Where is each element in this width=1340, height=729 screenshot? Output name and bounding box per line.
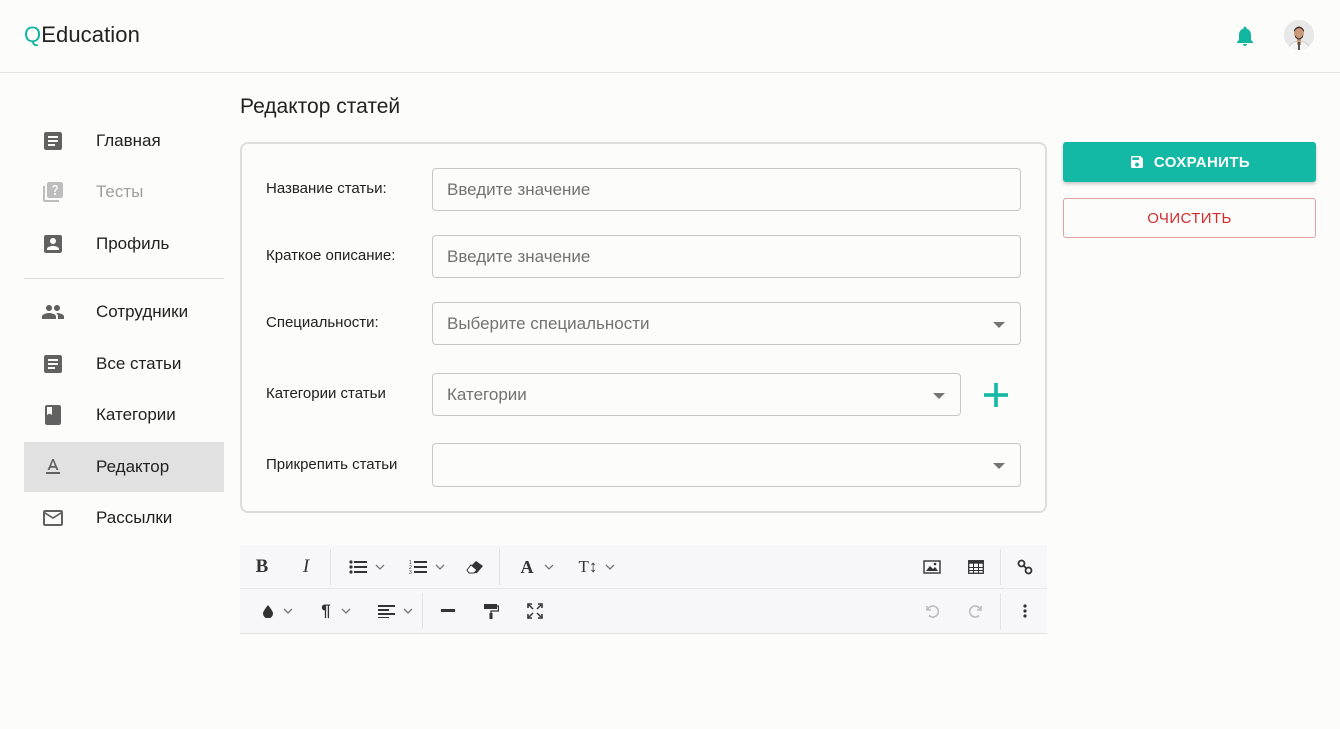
- sidebar-divider: [24, 278, 224, 279]
- app-logo[interactable]: QEducation: [24, 22, 140, 48]
- svg-text:3: 3: [409, 570, 412, 575]
- article-title-input[interactable]: Введите значение: [432, 168, 1021, 211]
- sidebar-item-all-articles[interactable]: Все статьи: [24, 339, 224, 389]
- toolbar-separator: [330, 549, 331, 585]
- add-category-plus-icon[interactable]: [980, 379, 1012, 411]
- text-format-icon: [41, 455, 65, 479]
- toolbar-separator: [422, 593, 423, 629]
- article-icon: [41, 352, 65, 376]
- save-icon: [1130, 156, 1143, 168]
- paragraph-icon[interactable]: ¶: [313, 600, 359, 622]
- bold-icon[interactable]: B: [252, 556, 272, 578]
- attach-articles-label: Прикрепить статьи: [266, 456, 398, 473]
- chevron-down-icon: [341, 608, 351, 614]
- sidebar-item-editor[interactable]: Редактор: [24, 442, 224, 492]
- sidebar-item-profile[interactable]: Профиль: [24, 219, 224, 269]
- bulleted-list-icon[interactable]: [344, 556, 390, 578]
- color-drop-icon[interactable]: [254, 600, 300, 622]
- toolbar-separator: [1000, 593, 1001, 629]
- specialties-label: Специальности:: [266, 314, 379, 331]
- sidebar-item-label: Сотрудники: [96, 302, 189, 321]
- sidebar-item-label: Профиль: [96, 234, 170, 253]
- clear-button-label: ОЧИСТИТЬ: [1147, 209, 1232, 227]
- italic-icon[interactable]: I: [296, 556, 316, 578]
- mail-icon: [41, 506, 65, 530]
- notifications-bell-icon[interactable]: [1233, 24, 1257, 48]
- categories-select[interactable]: Категории: [432, 373, 961, 416]
- undo-icon[interactable]: [921, 600, 943, 622]
- app-header: QEducation: [0, 0, 1340, 73]
- quiz-icon: [41, 180, 65, 204]
- short-description-label: Краткое описание:: [266, 247, 396, 264]
- fullscreen-icon[interactable]: [524, 600, 546, 622]
- categories-label: Категории статьи: [266, 385, 386, 402]
- save-button-label: СОХРАНИТЬ: [1153, 153, 1251, 171]
- categories-placeholder: Категории: [447, 385, 527, 404]
- sidebar-item-label: Рассылки: [96, 508, 173, 527]
- format-painter-icon[interactable]: [480, 600, 502, 622]
- chevron-down-icon: [544, 564, 553, 570]
- book-icon: [41, 403, 65, 427]
- eraser-icon[interactable]: [464, 556, 486, 578]
- page-title: Редактор статей: [240, 95, 401, 118]
- article-icon: [41, 129, 65, 153]
- people-icon: [41, 300, 65, 324]
- chevron-down-icon: [403, 608, 412, 614]
- sidebar-item-mailings[interactable]: Рассылки: [24, 493, 224, 543]
- short-description-placeholder: Введите значение: [447, 247, 591, 266]
- align-icon[interactable]: [372, 600, 418, 622]
- font-size-icon[interactable]: T↕: [574, 556, 620, 578]
- more-icon[interactable]: [1014, 600, 1036, 622]
- sidebar-item-label: Главная: [96, 131, 161, 150]
- sidebar-item-categories[interactable]: Категории: [24, 390, 224, 440]
- sidebar-item-label: Редактор: [96, 457, 170, 476]
- sidebar-item-label: Категории: [96, 405, 176, 424]
- horizontal-rule-icon[interactable]: [437, 600, 459, 622]
- save-button[interactable]: СОХРАНИТЬ: [1063, 142, 1316, 182]
- table-icon[interactable]: [965, 556, 987, 578]
- specialties-placeholder: Выберите специальности: [447, 314, 650, 333]
- sidebar-item-label: Тесты: [96, 182, 144, 201]
- chevron-down-icon: [375, 564, 385, 570]
- dropdown-arrow-icon: [993, 463, 1005, 469]
- specialties-select[interactable]: Выберите специальности: [432, 302, 1021, 345]
- dropdown-arrow-icon: [933, 393, 945, 399]
- attach-articles-select[interactable]: [432, 443, 1021, 487]
- toolbar-separator: [499, 549, 500, 585]
- sidebar-item-home[interactable]: Главная: [24, 116, 224, 166]
- redo-icon[interactable]: [965, 600, 987, 622]
- chevron-down-icon: [283, 608, 292, 614]
- sidebar-item-tests[interactable]: Тесты: [24, 167, 224, 217]
- account-box-icon: [41, 232, 65, 256]
- clear-button[interactable]: ОЧИСТИТЬ: [1063, 198, 1316, 238]
- sidebar-item-employees[interactable]: Сотрудники: [24, 287, 224, 337]
- numbered-list-icon[interactable]: 123: [404, 556, 450, 578]
- chevron-down-icon: [435, 564, 445, 570]
- user-avatar[interactable]: [1284, 20, 1314, 50]
- chevron-down-icon: [605, 564, 615, 570]
- dropdown-arrow-icon: [993, 322, 1005, 328]
- article-title-placeholder: Введите значение: [447, 180, 591, 199]
- editor-toolbar: B I 123 A T↕ ¶: [240, 545, 1047, 634]
- editor-toolbar-row-1: B I 123 A T↕: [240, 545, 1047, 589]
- font-icon[interactable]: A: [514, 556, 560, 578]
- editor-toolbar-row-2: ¶: [240, 589, 1047, 633]
- sidebar-item-label: Все статьи: [96, 354, 182, 373]
- article-title-label: Название статьи:: [266, 180, 387, 197]
- short-description-input[interactable]: Введите значение: [432, 235, 1021, 278]
- link-icon[interactable]: [1014, 556, 1036, 578]
- image-icon[interactable]: [921, 556, 943, 578]
- toolbar-separator: [1000, 549, 1001, 585]
